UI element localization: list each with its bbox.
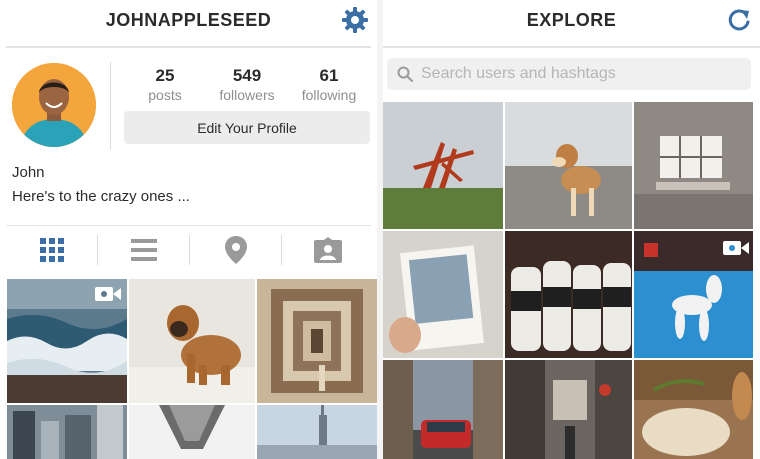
stat-following-label: following [301,87,357,103]
stat-posts-value: 25 [155,66,175,85]
profile-bio: Here's to the crazy ones ... [12,188,190,205]
explore-screen: EXPLORE Search users and hashtags [383,0,760,459]
tagged-photos-icon [313,237,342,263]
profile-header: JOHNAPPLESEED [0,0,377,48]
grid-icon [39,238,64,262]
edit-profile-button[interactable]: Edit Your Profile [124,111,370,144]
stat-followers[interactable]: 549 followers [202,66,292,103]
photo-thumbnail-waves[interactable] [7,279,127,403]
photo-thumbnail-staircase[interactable] [257,279,377,403]
header-divider [6,46,371,48]
explore-photo-bread[interactable] [634,360,753,459]
explore-photo-balloon-dog[interactable] [634,231,753,358]
refresh-icon[interactable] [726,8,752,34]
tab-tagged[interactable] [282,226,373,274]
stat-following-value: 61 [319,66,339,85]
explore-photo-empty-room[interactable] [634,102,753,229]
location-pin-icon [224,236,247,264]
explore-photo-alley[interactable] [505,360,632,459]
gear-icon[interactable] [341,6,369,34]
avatar[interactable] [12,63,96,147]
header-divider [383,46,760,48]
stat-posts[interactable]: 25 posts [120,66,210,103]
photo-thumbnail-buildings[interactable] [7,405,127,459]
search-input[interactable]: Search users and hashtags [387,58,751,90]
photo-thumbnail-empire-state[interactable] [257,405,377,459]
explore-photo-polaroid[interactable] [383,231,503,358]
explore-photo-sculpture[interactable] [383,102,503,229]
photo-thumbnail-skyscraper[interactable] [129,405,255,459]
tab-grid[interactable] [6,226,97,274]
profile-name: John [12,164,45,181]
video-camera-icon [723,239,749,257]
profile-header-divider [110,62,111,150]
stat-posts-label: posts [148,87,182,103]
photo-thumbnail-pug[interactable] [129,279,255,403]
tab-list[interactable] [98,226,189,274]
explore-photo-milk-bottles[interactable] [505,231,632,358]
explore-photo-street-car[interactable] [383,360,503,459]
video-camera-icon [95,285,121,303]
search-icon [397,66,413,82]
stat-followers-value: 549 [232,66,262,85]
list-icon [130,239,157,261]
stat-followers-label: followers [219,87,275,103]
profile-screen: JOHNAPPLESEED 25 posts 549 followers 61 … [0,0,377,459]
explore-title: EXPLORE [526,10,617,30]
profile-username-title: JOHNAPPLESEED [105,10,272,30]
explore-header: EXPLORE [383,0,760,48]
tab-location[interactable] [190,226,281,274]
stat-following[interactable]: 61 following [284,66,374,103]
profile-tabbar [6,226,371,274]
explore-photo-dog-beach[interactable] [505,102,632,229]
search-placeholder: Search users and hashtags [421,65,616,82]
